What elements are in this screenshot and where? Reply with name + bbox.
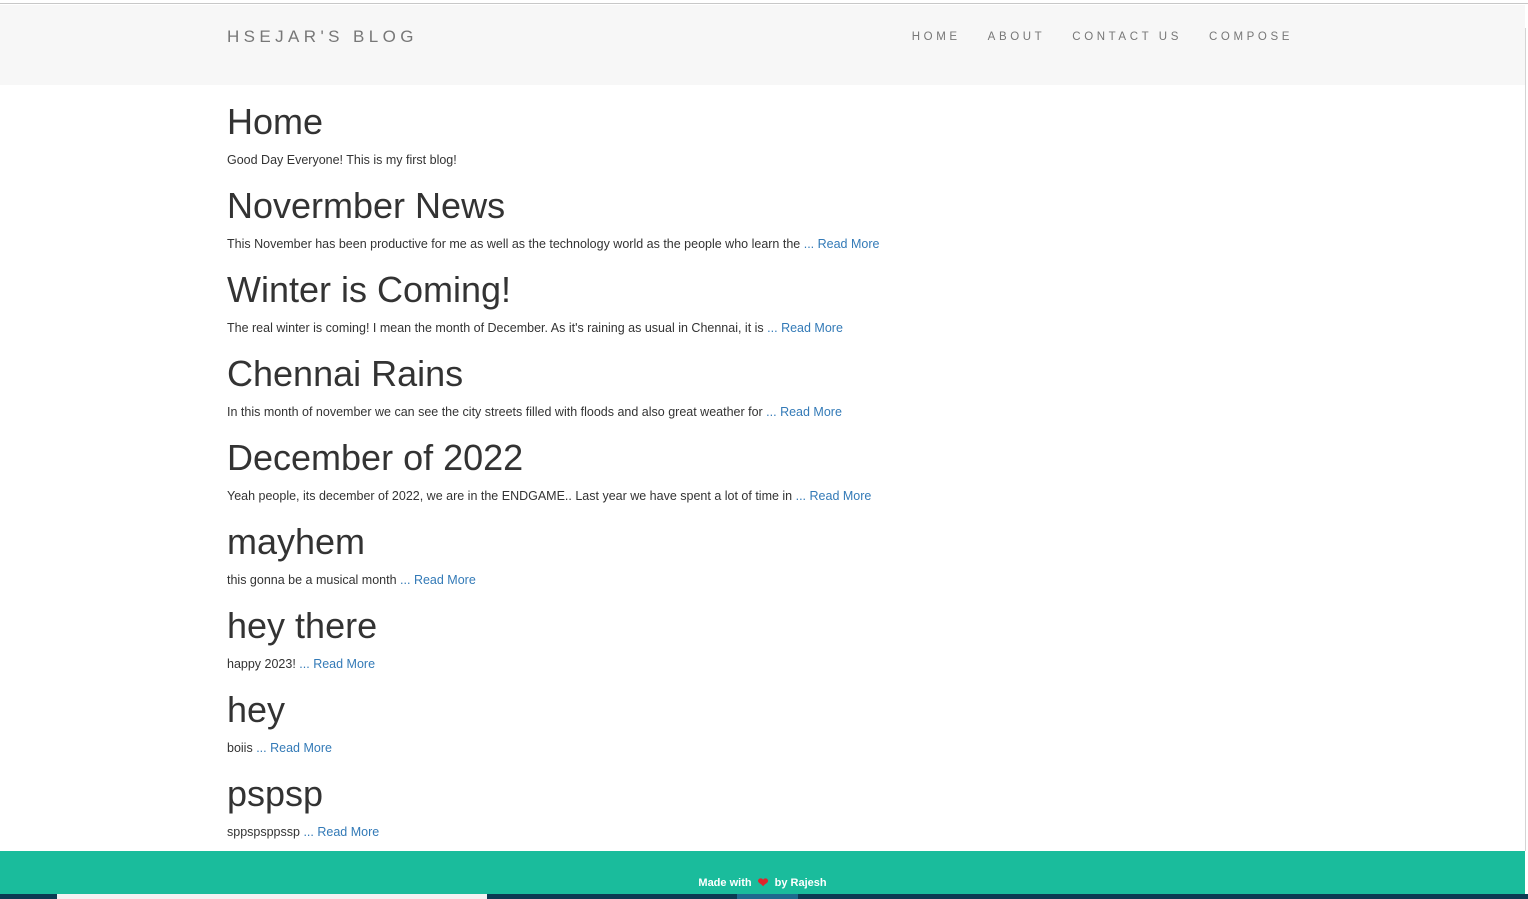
read-more-link[interactable]: Read More [313,657,375,671]
ellipsis: ... [299,657,310,671]
post-excerpt: This November has been productive for me… [227,235,1227,253]
read-more-link[interactable]: Read More [810,489,872,503]
ellipsis: ... [767,321,778,335]
nav-link-about[interactable]: ABOUT [988,31,1046,43]
post-item: mayhem this gonna be a musical month ...… [227,520,1227,604]
post-excerpt-text: happy 2023! [227,657,300,671]
post-title: mayhem [227,521,366,562]
post-list: Home Good Day Everyone! This is my first… [227,100,1227,856]
post-title: hey [227,689,286,730]
post-title: pspsp [227,773,324,814]
post-item: Novermber News This November has been pr… [227,184,1227,268]
taskbar [0,894,1528,899]
post-item: Winter is Coming! The real winter is com… [227,268,1227,352]
footer: Made with ❤ by Rajesh [0,851,1525,899]
read-more-link[interactable]: Read More [818,237,880,251]
read-more-link[interactable]: Read More [317,825,379,839]
post-title: December of 2022 [227,437,524,478]
post-title: Chennai Rains [227,353,464,394]
post-excerpt-text: In this month of november we can see the… [227,405,767,419]
footer-made-with: Made with [698,877,752,889]
post-item: Home Good Day Everyone! This is my first… [227,100,1227,184]
post-excerpt-text: Yeah people, its december of 2022, we ar… [227,489,796,503]
read-more-link[interactable]: Read More [780,405,842,419]
read-more-link[interactable]: Read More [414,573,476,587]
post-excerpt-text: boiis [227,741,257,755]
heart-icon: ❤ [757,875,769,890]
ellipsis: ... [256,741,267,755]
taskbar-search-box[interactable] [57,894,487,899]
navbar: HSEJAR'S BLOG HOME ABOUT CONTACT US COMP… [0,5,1525,85]
read-more-link[interactable]: Read More [270,741,332,755]
nav-link-home[interactable]: HOME [912,31,961,43]
ellipsis: ... [766,405,777,419]
post-excerpt: this gonna be a musical month ... Read M… [227,571,1227,589]
page-title: Home [227,101,324,142]
post-excerpt: sppspsppssp ... Read More [227,823,1227,841]
post-excerpt-text: sppspsppssp [227,825,304,839]
post-title: Novermber News [227,185,506,226]
nav-link-compose[interactable]: COMPOSE [1209,31,1293,43]
post-item: pspsp sppspsppssp ... Read More [227,772,1227,856]
footer-credit: Made with ❤ by Rajesh [0,875,1525,891]
window-top-border [0,0,1528,4]
brand-link[interactable]: HSEJAR'S BLOG [227,27,418,47]
nav-link-contact-us[interactable]: CONTACT US [1072,31,1182,43]
post-excerpt: happy 2023! ... Read More [227,655,1227,673]
post-excerpt-text: this gonna be a musical month [227,573,401,587]
post-excerpt: boiis ... Read More [227,739,1227,757]
read-more-link[interactable]: Read More [781,321,843,335]
post-item: hey there happy 2023! ... Read More [227,604,1227,688]
ellipsis: ... [400,573,411,587]
nav-links: HOME ABOUT CONTACT US COMPOSE [885,31,1293,43]
post-excerpt: Yeah people, its december of 2022, we ar… [227,487,1227,505]
post-item: hey boiis ... Read More [227,688,1227,772]
ellipsis: ... [795,489,807,503]
post-item: December of 2022 Yeah people, its decemb… [227,436,1227,520]
post-title: Winter is Coming! [227,269,512,310]
taskbar-active-app[interactable] [737,894,798,899]
post-item: Chennai Rains In this month of november … [227,352,1227,436]
post-title: hey there [227,605,378,646]
post-excerpt-text: The real winter is coming! I mean the mo… [227,321,768,335]
ellipsis: ... [303,825,314,839]
footer-author: by Rajesh [774,877,827,889]
post-excerpt-text: This November has been productive for me… [227,237,804,251]
post-excerpt: Good Day Everyone! This is my first blog… [227,151,1227,169]
scrollbar-track[interactable] [1525,28,1526,851]
post-excerpt-text: Good Day Everyone! This is my first blog… [227,153,457,167]
ellipsis: ... [803,237,815,251]
post-excerpt: The real winter is coming! I mean the mo… [227,319,1227,337]
post-excerpt: In this month of november we can see the… [227,403,1227,421]
